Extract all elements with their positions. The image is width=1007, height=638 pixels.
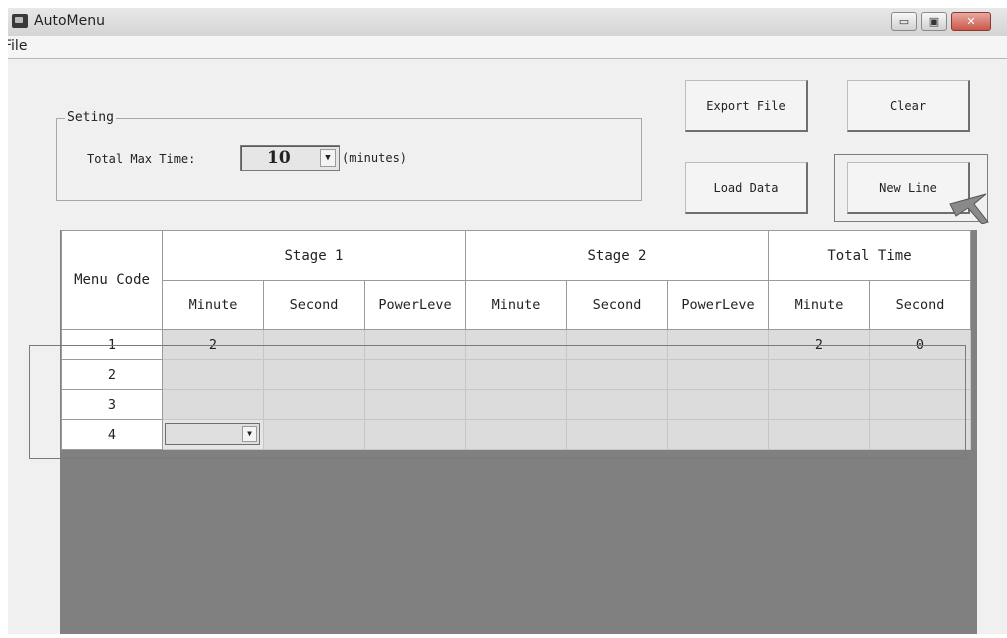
table-cell[interactable]	[465, 389, 567, 420]
table-cell[interactable]	[263, 389, 365, 420]
total-max-time-select[interactable]: 10 ▼	[240, 145, 340, 171]
table-cell[interactable]	[162, 389, 264, 420]
total-max-time-value: 10	[267, 148, 291, 168]
stage-1-power-header: PowerLeve	[364, 280, 466, 330]
menu-table: Menu Code Stage 1 Stage 2 Total Time Min…	[61, 230, 971, 450]
load-data-button[interactable]: Load Data	[685, 162, 808, 214]
stage-2-second-header: Second	[566, 280, 668, 330]
chevron-down-icon[interactable]: ▼	[320, 149, 336, 167]
total-second-header: Second	[869, 280, 971, 330]
row-code: 3	[61, 389, 163, 420]
title-bar: AutoMenu ▭ ▣ ✕	[8, 8, 1007, 36]
settings-legend: Seting	[65, 110, 116, 125]
minimize-button[interactable]: ▭	[891, 12, 917, 31]
table-cell[interactable]	[364, 419, 466, 450]
table-row: 2	[61, 359, 971, 390]
table-cell[interactable]	[566, 419, 668, 450]
table-row: 4 ▼	[61, 419, 971, 450]
total-time-header: Total Time	[768, 230, 971, 281]
table-cell[interactable]	[667, 359, 769, 390]
table-cell[interactable]: 0	[869, 329, 971, 360]
table-cell[interactable]	[263, 329, 365, 360]
table-cell[interactable]	[566, 329, 668, 360]
window-title: AutoMenu	[34, 13, 105, 29]
table-cell[interactable]	[465, 359, 567, 390]
total-max-time-label: Total Max Time:	[87, 152, 196, 166]
table-cell[interactable]	[768, 419, 870, 450]
table-cell[interactable]	[162, 359, 264, 390]
table-cell[interactable]: 2	[162, 329, 264, 360]
table-cell[interactable]	[768, 359, 870, 390]
table-cell[interactable]	[263, 359, 365, 390]
row-code: 1	[61, 329, 163, 360]
total-minute-header: Minute	[768, 280, 870, 330]
export-file-button[interactable]: Export File	[685, 80, 808, 132]
stage-1-header: Stage 1	[162, 230, 466, 281]
stage-1-second-header: Second	[263, 280, 365, 330]
table-cell[interactable]	[263, 419, 365, 450]
table-cell[interactable]	[364, 389, 466, 420]
table-cell[interactable]	[566, 359, 668, 390]
table-row: 1 2 2 0	[61, 329, 971, 360]
stage-2-header: Stage 2	[465, 230, 769, 281]
chevron-down-icon[interactable]: ▼	[242, 426, 257, 442]
table-cell[interactable]	[667, 389, 769, 420]
table-cell[interactable]	[869, 389, 971, 420]
table-cell[interactable]	[465, 419, 567, 450]
clear-button[interactable]: Clear	[847, 80, 970, 132]
row-code: 4	[61, 419, 163, 450]
table-cell[interactable]	[869, 419, 971, 450]
maximize-button[interactable]: ▣	[921, 12, 947, 31]
table-row: 3	[61, 389, 971, 420]
close-button[interactable]: ✕	[951, 12, 991, 31]
minutes-label: (minutes)	[342, 151, 408, 165]
cell-dropdown[interactable]: ▼	[165, 423, 260, 445]
stage-1-minute-header: Minute	[162, 280, 264, 330]
table-cell[interactable]	[465, 329, 567, 360]
settings-group: Seting Total Max Time: 10 ▼ (minutes)	[56, 110, 642, 201]
menu-code-header: Menu Code	[61, 230, 163, 330]
menu-bar: File	[8, 36, 1007, 59]
table-cell[interactable]: 2	[768, 329, 870, 360]
stage-2-minute-header: Minute	[465, 280, 567, 330]
table-cell-editor[interactable]: ▼	[162, 419, 264, 450]
table-cell[interactable]	[667, 419, 769, 450]
menu-file[interactable]: File	[8, 38, 27, 54]
stage-2-power-header: PowerLeve	[667, 280, 769, 330]
app-window: AutoMenu ▭ ▣ ✕ File Seting Total Max Tim…	[8, 8, 1007, 634]
row-code: 2	[61, 359, 163, 390]
table-cell[interactable]	[768, 389, 870, 420]
table-cell[interactable]	[364, 359, 466, 390]
table-cell[interactable]	[869, 359, 971, 390]
app-icon	[12, 14, 28, 28]
table-cell[interactable]	[364, 329, 466, 360]
table-cell[interactable]	[566, 389, 668, 420]
table-cell[interactable]	[667, 329, 769, 360]
mouse-cursor-icon	[949, 193, 989, 224]
